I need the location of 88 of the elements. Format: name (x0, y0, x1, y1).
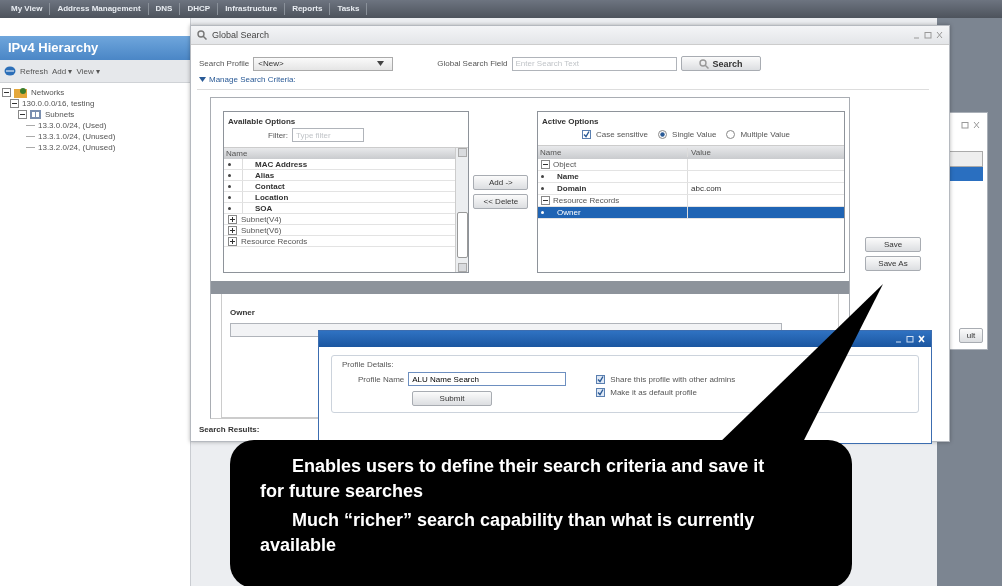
tree-item[interactable]: Subnets (45, 110, 75, 119)
save-button[interactable]: Save (865, 237, 921, 252)
window-controls-icon (913, 31, 943, 39)
callout-text: Enables users to define their search criteria and save it for future searches (260, 455, 766, 503)
field-label: Owner (230, 308, 256, 317)
checkbox[interactable] (596, 388, 606, 397)
checkbox-label: Share this profile with other admins (610, 375, 736, 384)
panel-title: Active Options (541, 116, 600, 127)
fieldset-legend: Profile Details: (342, 360, 394, 369)
radio-label: Multiple Value (740, 130, 791, 139)
checkbox-label: Case sensitive (596, 130, 649, 139)
table-cell-text: Owner (556, 208, 581, 217)
tree-item[interactable]: 13.3.2.0/24, (Unused) (38, 143, 116, 152)
delete-button[interactable]: << Delete (473, 194, 529, 209)
subnets-icon (30, 109, 42, 120)
table-cell[interactable]: Contact (247, 181, 285, 191)
submit-button[interactable]: Submit (412, 391, 492, 406)
nav-tab[interactable]: Reports (285, 3, 331, 15)
toolbar-item[interactable]: View ▾ (76, 66, 100, 76)
table-row[interactable]: Domain abc.com (538, 183, 844, 195)
table-cell[interactable]: Location (247, 192, 289, 202)
nav-tab[interactable]: Infrastructure (218, 3, 286, 15)
column-header[interactable]: Name (224, 148, 456, 159)
bullet-icon (541, 211, 544, 214)
bullet-icon (228, 162, 231, 166)
search-icon (197, 30, 207, 40)
column-header[interactable]: Value (688, 148, 844, 157)
checkbox[interactable] (596, 375, 606, 384)
button[interactable]: ult (959, 328, 983, 343)
profile-name-field[interactable]: ALU Name Search (408, 372, 567, 386)
nav-tab[interactable]: Tasks (330, 3, 368, 15)
nav-tab[interactable]: DNS (148, 3, 181, 15)
toolbar-item[interactable]: Refresh (20, 66, 48, 76)
tree-item[interactable]: 130.0.0.0/16, testing (22, 99, 95, 108)
table-cell: abc.com (691, 184, 722, 193)
caret-icon (199, 77, 206, 82)
field-label: Profile Name (358, 374, 405, 384)
bullet-icon (541, 187, 544, 190)
bullet-icon (228, 206, 231, 210)
network-folder-icon (14, 87, 28, 98)
field-label: Filter: (268, 130, 288, 140)
table-cell: Resource Records (553, 196, 620, 205)
tree-item[interactable]: 13.3.0.0/24, (Used) (38, 121, 107, 130)
table-row[interactable]: Object (538, 159, 844, 171)
field-label: Search Profile (199, 59, 250, 68)
criteria-toggle[interactable]: Manage Search Criteria: (197, 75, 929, 90)
radio-button[interactable] (726, 130, 736, 139)
table-cell[interactable]: Alias (247, 170, 275, 180)
panel-title: Available Options (227, 116, 297, 127)
column-header[interactable]: Name (538, 148, 688, 157)
nav-tab[interactable]: My View (4, 3, 51, 15)
tree-item[interactable]: 13.3.1.0/24, (Unused) (38, 132, 116, 141)
nav-tab[interactable]: Address Management (50, 3, 149, 15)
table-cell[interactable]: SOA (247, 203, 273, 213)
bullet-icon (228, 173, 231, 177)
callout-text: Much “richer” search capability than what is currently available (260, 509, 756, 557)
search-button[interactable]: Search (680, 56, 761, 71)
section-label: Search Results: (198, 424, 261, 436)
table-cell: Object (553, 160, 577, 169)
field-label: Global Search Field (437, 59, 508, 68)
nav-tab[interactable]: DHCP (180, 3, 219, 15)
table-cell[interactable]: Resource Records (241, 236, 308, 246)
table-row[interactable]: Name (538, 171, 844, 183)
toolbar-item[interactable]: Add ▾ (52, 66, 73, 76)
panel-title: IPv4 Hierarchy (0, 36, 190, 60)
window-title: Global Search (212, 30, 271, 40)
table-cell-text: Name (556, 172, 579, 181)
add-button[interactable]: Add -> (473, 175, 529, 190)
checkbox-label: Make it as default profile (610, 388, 697, 397)
window-controls-icon (895, 335, 925, 343)
save-as-button[interactable]: Save As (865, 256, 921, 271)
bullet-icon (541, 175, 544, 178)
table-cell-text: Domain (556, 184, 587, 193)
bullet-icon (228, 184, 231, 188)
table-cell[interactable]: MAC Address (247, 159, 308, 169)
profile-dropdown[interactable]: <New> (253, 56, 394, 71)
window-controls-icon (961, 121, 981, 129)
table-cell[interactable]: Subnet(V4) (241, 214, 282, 224)
tree-item[interactable]: Networks (31, 88, 65, 97)
scrollbar[interactable] (455, 148, 469, 272)
bullet-icon (228, 195, 231, 199)
checkbox[interactable] (582, 130, 591, 139)
search-icon (698, 58, 709, 69)
table-row[interactable]: Owner (538, 207, 844, 219)
caret-icon (377, 61, 385, 66)
table-cell[interactable]: Subnet(V6) (241, 225, 282, 235)
radio-button[interactable] (658, 130, 668, 139)
radio-label: Single Value (672, 130, 717, 139)
